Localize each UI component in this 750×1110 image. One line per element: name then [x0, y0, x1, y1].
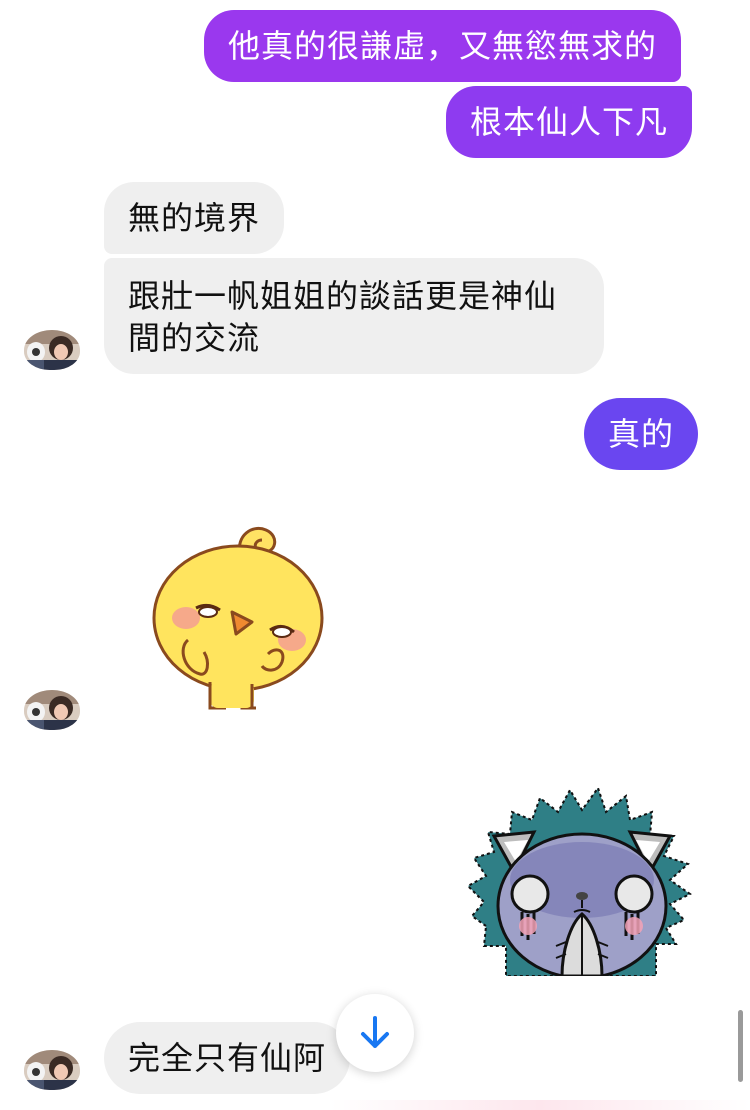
- avatar[interactable]: [24, 330, 80, 370]
- avatar-photo-icon: [24, 690, 80, 730]
- avatar[interactable]: [24, 690, 80, 730]
- message-text: 真的: [608, 415, 675, 453]
- crying-cat-sticker[interactable]: [466, 776, 698, 980]
- message-bubble-outgoing[interactable]: 根本仙人下凡: [446, 86, 693, 158]
- avatar-photo-icon: [24, 330, 80, 370]
- arrow-down-icon: [361, 1016, 389, 1048]
- chick-sticker-icon: [152, 527, 324, 710]
- message-text: 完全只有仙阿: [128, 1039, 327, 1077]
- scroll-to-bottom-button[interactable]: [336, 994, 414, 1072]
- message-text: 無的境界: [128, 199, 261, 237]
- avatar[interactable]: [24, 1050, 80, 1090]
- avatar-photo-icon: [24, 1050, 80, 1090]
- message-text: 根本仙人下凡: [470, 103, 669, 141]
- message-text: 跟壯一帆姐姐的談話更是神仙間的交流: [128, 277, 558, 357]
- yellow-chick-sticker[interactable]: [148, 522, 330, 714]
- message-bubble-incoming[interactable]: 無的境界: [104, 182, 285, 254]
- message-bubble-incoming[interactable]: 完全只有仙阿: [104, 1022, 351, 1094]
- message-bubble-outgoing[interactable]: 他真的很謙虛，又無慾無求的: [204, 10, 682, 82]
- composer-glow: [330, 1100, 750, 1110]
- message-bubble-incoming[interactable]: 跟壯一帆姐姐的談話更是神仙間的交流: [104, 258, 604, 374]
- cat-sticker-icon: [466, 785, 692, 980]
- message-bubble-outgoing[interactable]: 真的: [584, 398, 699, 470]
- scrollbar[interactable]: [738, 1010, 743, 1082]
- message-text: 他真的很謙虛，又無慾無求的: [228, 27, 658, 65]
